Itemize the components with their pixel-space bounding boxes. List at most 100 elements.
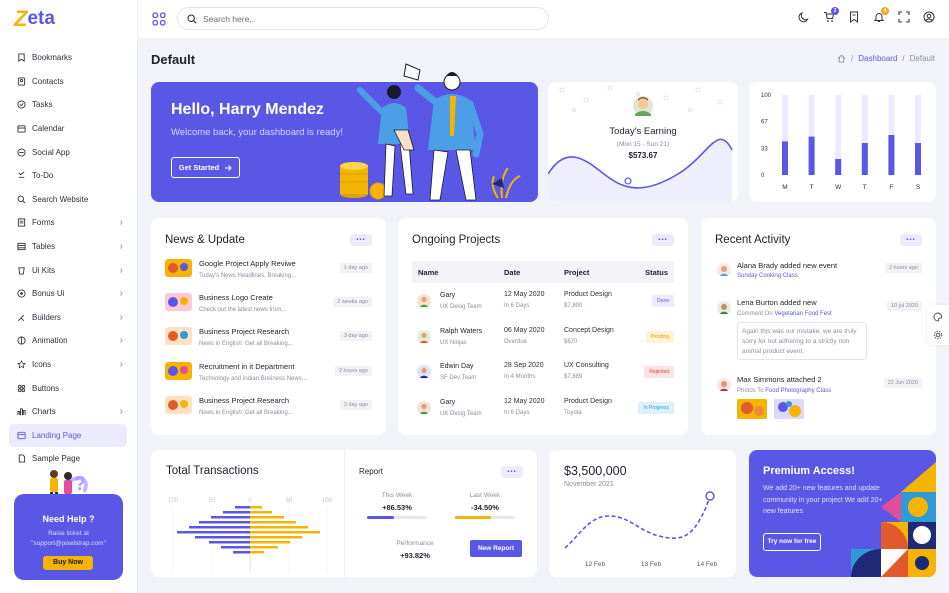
activity-card: Recent Activity … Alana Brady added new … [701, 218, 936, 435]
sidebar-item-bonus-ui[interactable]: Bonus Ui › [9, 282, 127, 306]
topbar: 2 4 [138, 0, 949, 38]
notification-button[interactable]: 4 [873, 7, 889, 25]
news-menu-button[interactable]: … [350, 233, 372, 246]
arrow-right-icon [225, 164, 232, 171]
sidebar-item-tables[interactable]: Tables › [9, 235, 127, 259]
news-item-sub: Check out the latest news from... [199, 307, 287, 314]
project-value: $7,800 [564, 303, 583, 309]
bar [915, 143, 921, 175]
bookmark-icon [850, 11, 858, 23]
search-icon [16, 194, 26, 204]
sidebar-item-label: Animation [32, 336, 68, 346]
activity-item-link[interactable]: Food Photography Class [765, 388, 831, 394]
projects-menu-button[interactable]: … [652, 233, 674, 246]
search-icon [187, 13, 197, 24]
landing-icon [16, 430, 26, 440]
social-icon [16, 147, 26, 157]
activity-item-sub-text: Comment On [737, 311, 775, 317]
fullscreen-icon [898, 11, 910, 23]
sidebar-item-landing-page[interactable]: Landing Page [9, 423, 127, 448]
project-name: Concept Design [564, 326, 614, 334]
news-item[interactable]: Recruitment in it Department Technology a… [165, 361, 372, 384]
activity-menu-button[interactable]: … [900, 233, 922, 246]
table-row[interactable]: Ralph Waters UX Ninjas 06 May 2020 Overdue C… [412, 323, 674, 353]
news-item-title[interactable]: Business Project Research [199, 396, 289, 405]
news-item-sub: Today's News Headlines, Breaking... [199, 273, 297, 279]
apps-grid-icon[interactable] [152, 12, 166, 26]
avatar [417, 400, 431, 415]
news-item[interactable]: Business Logo Create Check out the latest… [165, 293, 372, 315]
news-item-title[interactable]: Business Logo Create [199, 293, 273, 302]
table-row[interactable]: Gary UK Desig Team 12 May 2020 In 6 Days Pro… [412, 394, 674, 424]
sidebar-item-contacts[interactable]: Contacts [9, 70, 127, 94]
project-name: Product Design [564, 291, 612, 298]
sidebar-item-label: Sample Page [32, 454, 81, 464]
news-item-title[interactable]: Google Project Apply Reviwe [199, 259, 296, 268]
project-member-name: Gary [440, 398, 456, 406]
news-item[interactable]: Business Project Research News in English… [165, 395, 372, 418]
home-icon[interactable] [837, 54, 846, 63]
page-title: Default [151, 52, 196, 67]
sidebar-item-icons[interactable]: Icons › [9, 353, 127, 377]
bookmark-button[interactable] [848, 11, 860, 25]
new-report-button[interactable]: New Report [470, 540, 522, 557]
sidebar-item-label: Contacts [32, 76, 64, 86]
fullscreen-button[interactable] [898, 11, 910, 25]
project-member-team: UK Desig Team [440, 304, 482, 310]
news-item[interactable]: Google Project Apply Reviwe Today's News … [165, 259, 372, 281]
sidebar-item-forms[interactable]: Forms › [9, 211, 127, 235]
logo-mark: Z [14, 6, 28, 31]
sidebar-item-ui-kits[interactable]: Ui Kits › [9, 258, 127, 282]
sidebar-item-search-website[interactable]: Search Website [9, 188, 127, 212]
photo-thumbnail[interactable] [774, 399, 804, 419]
calendar-icon [16, 124, 26, 134]
sidebar-item-calendar[interactable]: Calendar [9, 117, 127, 141]
sidebar-item-builders[interactable]: Builders › [9, 306, 127, 330]
table-row[interactable]: Gary UK Desig Team 12 May 2020 In 6 Days Pro… [412, 287, 674, 317]
dark-mode-toggle[interactable] [798, 11, 810, 25]
news-item-title[interactable]: Business Project Research [199, 327, 289, 336]
col-date: Date [504, 267, 521, 277]
chevron-right-icon: › [119, 359, 123, 371]
sidebar-item-bookmarks[interactable]: Bookmarks [9, 46, 127, 70]
this-week-value: +86.53% [382, 503, 412, 512]
palette-icon[interactable] [933, 312, 943, 322]
activity-item-link[interactable]: Vegetarian Food Fest [774, 311, 831, 317]
news-item-title[interactable]: Recruitment in it Department [199, 362, 294, 371]
photo-thumbnail[interactable] [737, 399, 767, 419]
bar [782, 141, 788, 175]
task-icon [16, 100, 26, 110]
weekly-bar-chart: 100 67 33 0 M T W T F S [761, 93, 921, 191]
sidebar-item-animation[interactable]: Animation › [9, 329, 127, 353]
sidebar-item-to-do[interactable]: To-Do [9, 164, 127, 188]
activity-item-link[interactable]: Sunday Cooking Class [737, 273, 798, 279]
try-free-button[interactable]: Try now for free [763, 533, 821, 551]
report-menu-button[interactable]: … [501, 465, 523, 478]
news-item[interactable]: Business Project Research News in English… [165, 327, 372, 349]
profile-button[interactable] [923, 11, 935, 25]
cart-button[interactable]: 2 [823, 7, 839, 25]
divider [344, 450, 345, 577]
project-member-name: Edwin Day [440, 363, 474, 370]
sample-icon [16, 454, 26, 464]
get-started-button[interactable]: Get Started [171, 157, 240, 178]
transactions-title: Total Transactions [166, 465, 259, 477]
sidebar-item-tasks[interactable]: Tasks [9, 93, 127, 117]
breadcrumb-dashboard[interactable]: Dashboard [858, 54, 897, 63]
sidebar-item-social-app[interactable]: Social App [9, 140, 127, 164]
table-row[interactable]: Edwin Day SF Dev Team 28 Sep 2020 In 4 Mont… [412, 358, 674, 388]
news-thumbnail [165, 361, 192, 380]
earning-title: Today's Earning [609, 126, 677, 137]
performance-value: +93.82% [400, 551, 430, 560]
y-tick: 33 [761, 146, 768, 152]
sidebar-item-charts[interactable]: Charts › [9, 400, 127, 424]
search-input[interactable] [203, 13, 533, 24]
sidebar-item-label: Social App [32, 147, 70, 157]
search-bar[interactable] [177, 7, 549, 30]
news-item-time: 2 weeks ago [333, 297, 372, 308]
buy-now-button[interactable]: Buy Now [43, 556, 93, 570]
brand-logo[interactable]: Z eta [14, 6, 55, 32]
help-title: Need Help ? [42, 514, 95, 524]
settings-icon[interactable] [933, 330, 943, 340]
sidebar-item-buttons[interactable]: Buttons [9, 376, 127, 400]
